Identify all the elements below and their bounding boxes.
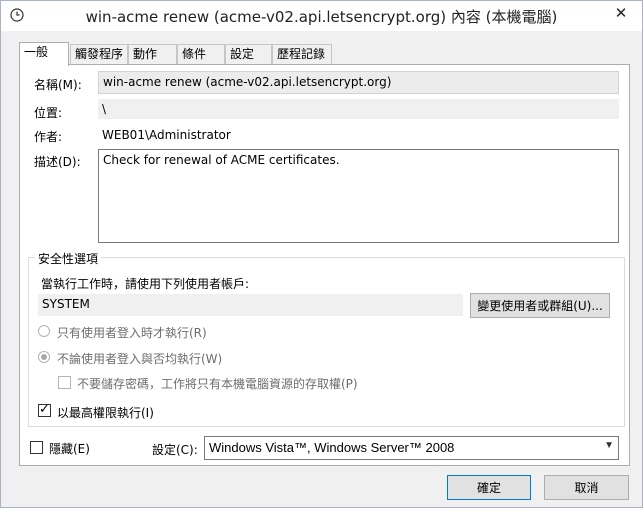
radio-run-whether-logged-on[interactable]: [38, 351, 50, 363]
run-as-label: 當執行工作時，請使用下列使用者帳戶:: [41, 277, 250, 291]
configure-for-label: 設定(C):: [152, 443, 198, 457]
security-options-title: 安全性選項: [35, 250, 102, 267]
tab-general[interactable]: 一般: [19, 42, 69, 66]
description-label: 描述(D):: [34, 155, 81, 169]
change-user-button[interactable]: 變更使用者或群組(U)...: [470, 293, 610, 318]
no-store-password-label: 不要儲存密碼，工作將只有本機電腦資源的存取權(P): [77, 377, 358, 391]
name-field[interactable]: win-acme renew (acme-v02.api.letsencrypt…: [98, 71, 619, 94]
name-label: 名稱(M):: [34, 78, 82, 92]
tab-actions[interactable]: 動作: [128, 44, 177, 65]
window-title: win-acme renew (acme-v02.api.letsencrypt…: [85, 8, 558, 26]
author-value: WEB01\Administrator: [102, 128, 231, 142]
task-properties-window: win-acme renew (acme-v02.api.letsencrypt…: [0, 0, 643, 508]
configure-for-value: Windows Vista™, Windows Server™ 2008: [209, 440, 455, 455]
tab-history[interactable]: 歷程記錄: [272, 44, 332, 65]
chevron-down-icon: ▼: [604, 440, 614, 451]
run-as-user-field: SYSTEM: [38, 294, 463, 316]
hidden-checkbox[interactable]: [30, 441, 43, 454]
radio-run-only-logged-on[interactable]: [38, 325, 50, 337]
no-store-password-checkbox[interactable]: [58, 376, 71, 389]
location-value: \: [98, 99, 619, 119]
title-bar: win-acme renew (acme-v02.api.letsencrypt…: [1, 1, 642, 31]
close-icon[interactable]: ✕: [606, 2, 636, 24]
tab-conditions[interactable]: 條件: [177, 44, 225, 65]
location-label: 位置:: [34, 106, 63, 120]
ok-button[interactable]: 確定: [447, 475, 531, 500]
configure-for-select[interactable]: Windows Vista™, Windows Server™ 2008 ▼: [204, 436, 619, 460]
tab-settings[interactable]: 設定: [225, 44, 272, 65]
cancel-button[interactable]: 取消: [544, 475, 629, 500]
tab-triggers[interactable]: 觸發程序: [70, 44, 128, 65]
radio-run-whether-logged-on-label: 不論使用者登入與否均執行(W): [57, 352, 223, 366]
description-textarea[interactable]: Check for renewal of ACME certificates.: [98, 149, 619, 243]
author-label: 作者:: [34, 130, 63, 144]
hidden-label: 隱藏(E): [49, 442, 90, 456]
highest-privileges-checkbox[interactable]: [38, 402, 51, 417]
highest-privileges-label: 以最高權限執行(I): [57, 406, 154, 420]
radio-run-only-logged-on-label: 只有使用者登入時才執行(R): [57, 326, 207, 340]
